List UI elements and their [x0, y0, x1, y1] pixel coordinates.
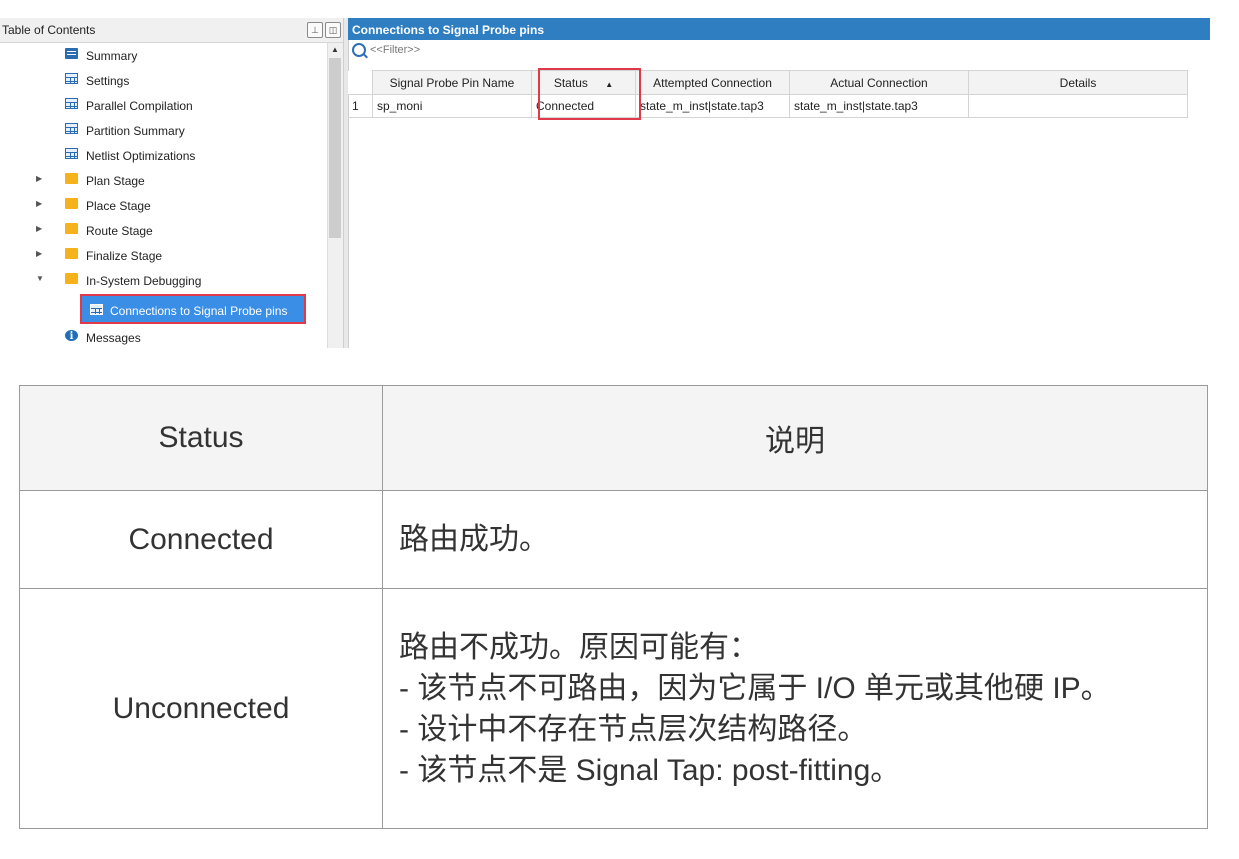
expand-arrow-icon[interactable]: ▶ — [36, 199, 42, 208]
table-icon — [65, 148, 78, 159]
toc-item-label: Summary — [86, 49, 138, 63]
toc-scrollbar[interactable]: ▲ — [327, 43, 343, 348]
search-icon[interactable] — [352, 43, 366, 57]
toc-item-label: Partition Summary — [86, 124, 185, 138]
sort-ascending-icon: ▲ — [605, 79, 614, 89]
expand-arrow-icon[interactable]: ▶ — [36, 249, 42, 258]
toc-header: Table of Contents ⊥ ◫ — [0, 18, 343, 43]
scrollbar-thumb[interactable] — [329, 58, 341, 238]
cell-status: Connected — [531, 94, 636, 118]
toc-item-in-system-debugging[interactable]: ▼ In-System Debugging — [0, 268, 326, 293]
toc-item-label: Place Stage — [86, 199, 151, 213]
column-header-details[interactable]: Details — [968, 70, 1188, 95]
column-header-status[interactable]: Status ▲ — [531, 70, 636, 95]
description-line: 路由不成功。原因可能有： — [399, 630, 759, 664]
quartus-report-screenshot: Table of Contents ⊥ ◫ Summary Settings P… — [0, 0, 1239, 348]
toc-item-settings[interactable]: Settings — [0, 68, 326, 93]
expand-arrow-icon[interactable]: ▶ — [36, 174, 42, 183]
toc-item-label: In-System Debugging — [86, 274, 202, 288]
folder-icon — [65, 173, 78, 184]
description-line: - 该节点不是 Signal Tap: post-fitting。 — [399, 753, 901, 787]
toc-item-summary[interactable]: Summary — [0, 43, 326, 68]
status-explanation-table: Status 说明 Connected 路由成功。 Unconnected 路由… — [19, 385, 1208, 829]
toc-item-messages[interactable]: i Messages — [0, 325, 326, 350]
status-connected: Connected — [19, 490, 383, 589]
info-icon: i — [65, 330, 78, 342]
report-header: Connections to Signal Probe pins — [348, 18, 1210, 40]
header-description: 说明 — [382, 385, 1208, 491]
float-window-icon[interactable]: ◫ — [325, 22, 341, 38]
cell-pin-name: sp_moni — [372, 94, 532, 118]
table-icon — [65, 123, 78, 134]
toc-item-place-stage[interactable]: ▶ Place Stage — [0, 193, 326, 218]
report-panel: Connections to Signal Probe pins <<Filte… — [348, 18, 1210, 348]
toc-item-label: Messages — [86, 331, 141, 345]
explanation-header-row: Status 说明 — [19, 385, 1208, 491]
cell-details — [968, 94, 1188, 118]
folder-icon — [65, 198, 78, 209]
column-header-attempted-connection[interactable]: Attempted Connection — [635, 70, 790, 95]
explanation-row-connected: Connected 路由成功。 — [19, 490, 1208, 589]
description-unconnected: 路由不成功。原因可能有： - 该节点不可路由，因为它属于 I/O 单元或其他硬 … — [382, 588, 1208, 829]
toc-item-partition-summary[interactable]: Partition Summary — [0, 118, 326, 143]
row-number-header — [348, 70, 373, 95]
filter-row: <<Filter>> — [348, 41, 1210, 61]
status-unconnected: Unconnected — [19, 588, 383, 829]
toc-item-label: Finalize Stage — [86, 249, 163, 263]
expand-arrow-icon[interactable]: ▶ — [36, 224, 42, 233]
summary-icon — [65, 48, 78, 59]
column-header-label: Status — [553, 75, 588, 90]
collapse-arrow-icon[interactable]: ▼ — [36, 274, 44, 283]
filter-input[interactable]: <<Filter>> — [370, 44, 420, 56]
description-line: 路由成功。 — [399, 523, 549, 556]
toc-item-label: Parallel Compilation — [86, 99, 193, 113]
toc-title: Table of Contents — [2, 23, 96, 37]
cell-attempted-connection: state_m_inst|state.tap3 — [635, 94, 790, 118]
toc-item-netlist-optimizations[interactable]: Netlist Optimizations — [0, 143, 326, 168]
table-header-row: Signal Probe Pin Name Status ▲ Attempted… — [348, 70, 1188, 95]
header-status: Status — [19, 385, 383, 491]
folder-open-icon — [65, 273, 78, 284]
selection-highlight-box — [80, 294, 306, 324]
toc-item-route-stage[interactable]: ▶ Route Stage — [0, 218, 326, 243]
table-icon — [65, 73, 78, 84]
folder-icon — [65, 223, 78, 234]
toc-item-label: Netlist Optimizations — [86, 149, 196, 163]
cell-actual-connection: state_m_inst|state.tap3 — [789, 94, 969, 118]
toc-item-label: Plan Stage — [86, 174, 145, 188]
toc-item-parallel-compilation[interactable]: Parallel Compilation — [0, 93, 326, 118]
toc-item-finalize-stage[interactable]: ▶ Finalize Stage — [0, 243, 326, 268]
table-row[interactable]: 1 sp_moni Connected state_m_inst|state.t… — [348, 94, 1188, 118]
scroll-up-icon[interactable]: ▲ — [331, 45, 339, 54]
description-line: - 设计中不存在节点层次结构路径。 — [399, 712, 868, 746]
toc-item-label: Route Stage — [86, 224, 153, 238]
folder-icon — [65, 248, 78, 259]
report-title: Connections to Signal Probe pins — [352, 23, 545, 37]
signal-probe-table: Signal Probe Pin Name Status ▲ Attempted… — [348, 70, 1188, 118]
toc-item-label: Settings — [86, 74, 130, 88]
description-line: - 该节点不可路由，因为它属于 I/O 单元或其他硬 IP。 — [399, 671, 1111, 705]
description-connected: 路由成功。 — [382, 490, 1208, 589]
pin-icon[interactable]: ⊥ — [307, 22, 323, 38]
explanation-row-unconnected: Unconnected 路由不成功。原因可能有： - 该节点不可路由，因为它属于… — [19, 588, 1208, 829]
column-header-signal-probe-pin-name[interactable]: Signal Probe Pin Name — [372, 70, 532, 95]
row-number: 1 — [348, 94, 373, 118]
toc-item-plan-stage[interactable]: ▶ Plan Stage — [0, 168, 326, 193]
table-icon — [65, 98, 78, 109]
column-header-actual-connection[interactable]: Actual Connection — [789, 70, 969, 95]
